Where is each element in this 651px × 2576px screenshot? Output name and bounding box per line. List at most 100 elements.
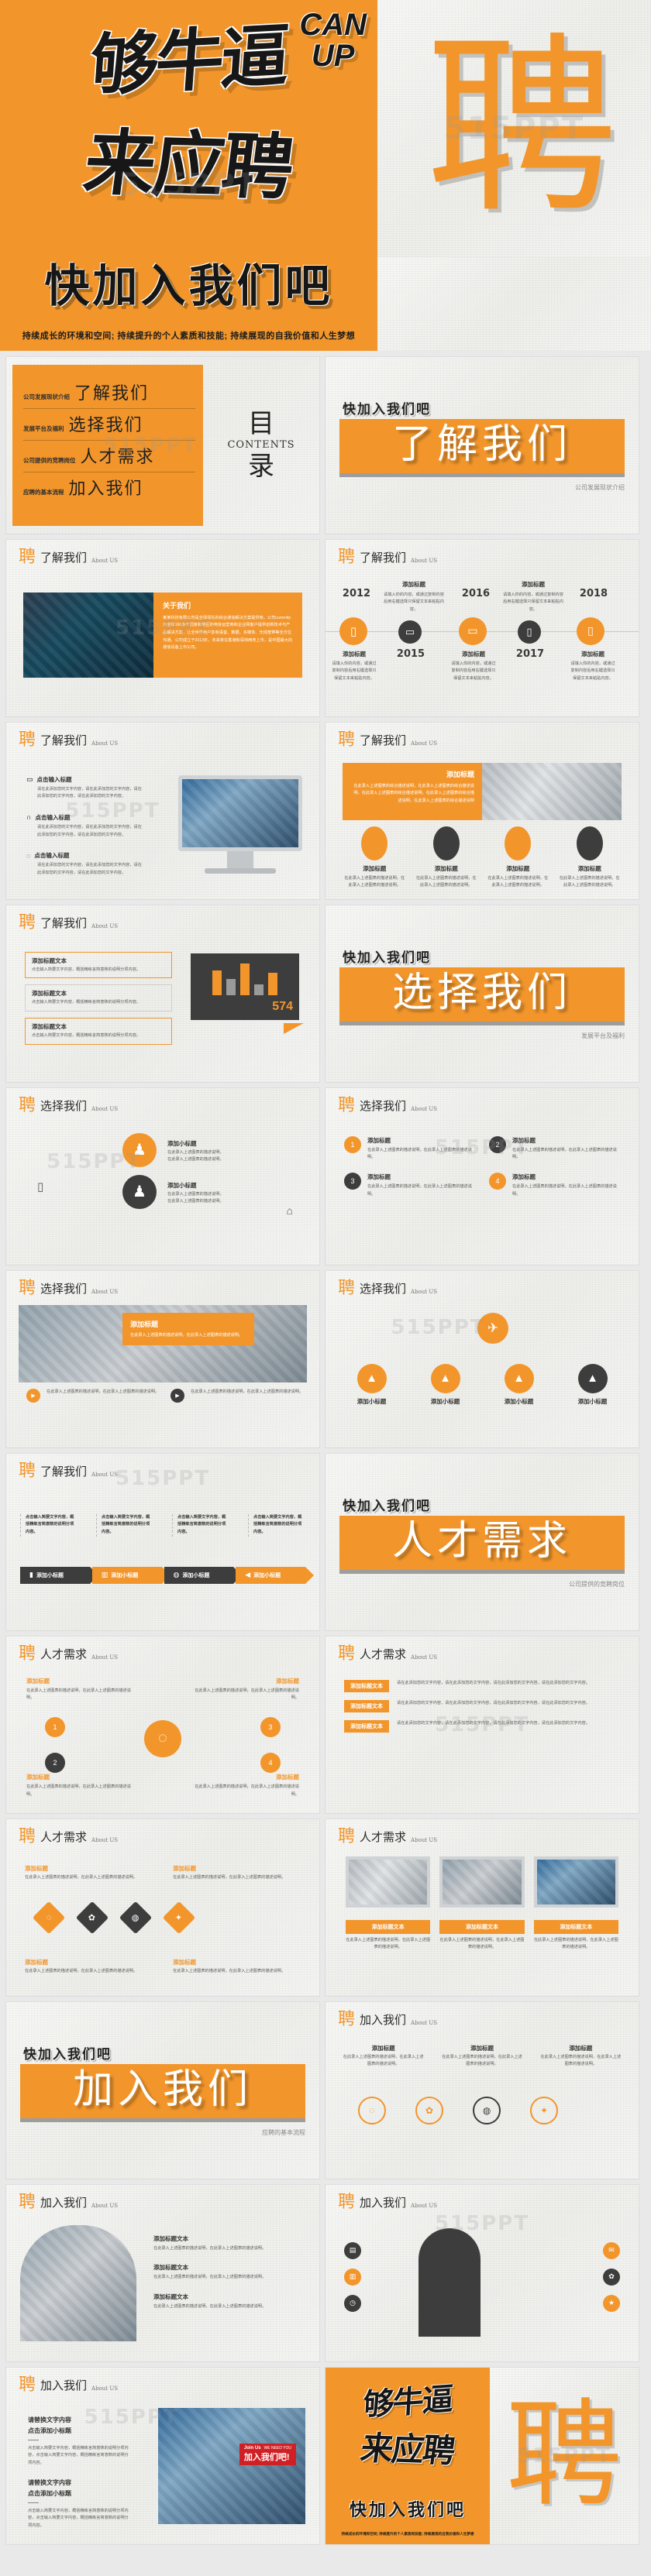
slide-four-ovals[interactable]: 聘 了解我们 About US 添加标题 在此录入上述图表的综合描述说明，在此录…	[326, 722, 639, 899]
number-item[interactable]: 2 添加标题 在此录入上述图表的描述说明，在此录入上述图表的描述说明。	[489, 1135, 620, 1162]
bullet-item[interactable]: ∩ 点击输入标题 请在此添加您的文字内容，请在此添加您的文字内容，请在此添加您的…	[26, 813, 143, 839]
slide-number-grid[interactable]: 聘 选择我们 About US 1 添加标题 在此录入上述图表的描述说明，在此录入…	[326, 1087, 639, 1265]
bullet-item[interactable]: ◌ 点击输入标题 请在此添加您的文字内容，请在此添加您的文字内容，请在此添加您的…	[26, 851, 143, 877]
globe-icon[interactable]: ◍	[119, 1901, 153, 1934]
slide-diamonds[interactable]: 聘 人才需求 About US 添加标题 在此录入上述图表的描述说明，在此录入上述…	[6, 1819, 319, 1996]
chart-icon[interactable]: ▥	[344, 2268, 361, 2286]
tag-row[interactable]: 添加标题文本 请在此添加您的文字内容，请在此添加您的文字内容，请在此添加您的文字…	[344, 1699, 620, 1712]
slide-devices[interactable]: 聘 人才需求 About US 添加标题文本 添加标题文本 添加标题文本 在此录…	[326, 1819, 639, 1996]
bullet-item[interactable]: ▭ 点击输入标题 请在此添加您的文字内容，请在此添加您的文字内容，请在此添加您的…	[26, 775, 143, 801]
chevron-step[interactable]: ▥ 添加小标题	[91, 1566, 170, 1584]
slide-header-en: About US	[411, 557, 438, 564]
slide-header-title: 选择我们	[40, 1281, 88, 1296]
slide-header-en: About US	[411, 1836, 438, 1843]
oval-item[interactable]: 添加标题 在此录入上述图表的描述说明，在此录入上述图表的描述说明。	[558, 826, 622, 890]
clock-icon[interactable]: ◷	[344, 2294, 361, 2312]
slide-hands[interactable]: 聘 加入我们 About US 添加标题文本 在此录入上述图表的描述说明，在此录…	[6, 2184, 319, 2361]
gear-icon[interactable]: ✿	[409, 2090, 450, 2131]
timeline-node-icon[interactable]: ▯	[339, 617, 367, 645]
toc-item[interactable]: 公司提供的竞聘岗位 人才需求	[23, 441, 195, 472]
slide-about-us[interactable]: 聘 了解我们 About US 关于我们 某某科技有限公司是全球领先的综合通信解…	[6, 539, 319, 716]
number-badge[interactable]: 4	[260, 1752, 281, 1773]
slide-timeline[interactable]: 聘 了解我们 About US 2012 添加标题 请填入你的内容，或通过复制内…	[326, 539, 639, 716]
diamond-caption-row: 添加标题 在此录入上述图表的描述说明，在此录入上述图表的描述说明。 添加标题 在此录…	[25, 1864, 301, 1882]
device-body-row: 在此录入上述图表的描述说明，在此录入上述图表的描述说明。 在此录入上述图表的描述…	[346, 1937, 618, 1950]
join-note[interactable]: 添加标题文本 在此录入上述图表的描述说明，在此录入上述图表的描述说明。	[153, 2234, 301, 2253]
cap-item[interactable]: ▲ 添加小标题	[488, 1363, 549, 1406]
slide-divider-talent[interactable]: 快加入我们吧 人才需求 公司提供的竞聘岗位	[326, 1453, 639, 1630]
diamond-caption: 添加标题 在此录入上述图表的描述说明，在此录入上述图表的描述说明。	[173, 1864, 286, 1880]
play-button[interactable]: ▶	[170, 1388, 184, 1403]
chart-note[interactable]: 添加标题文本 点击输入简要文字内容，概括精练言简意赅的说明分项内容。	[25, 1017, 172, 1045]
mail-icon[interactable]: ✉	[603, 2241, 620, 2259]
slide-divider-choose[interactable]: 快加入我们吧 选择我们 发展平台及福利	[326, 905, 639, 1082]
puzzle-icon[interactable]: ✦	[524, 2090, 564, 2131]
timeline-node-icon[interactable]: ▯	[518, 620, 541, 644]
monitor-mockup	[178, 775, 302, 874]
cap-item[interactable]: ▲ 添加小标题	[415, 1363, 476, 1406]
gear-icon[interactable]: ✿	[603, 2268, 620, 2286]
slide-chart[interactable]: 聘 了解我们 About US 添加标题文本 点击输入简要文字内容，概括精练言简…	[6, 905, 319, 1082]
slide-header: 聘 选择我们 About US	[338, 1280, 437, 1297]
divider-title: 了解我们	[391, 421, 572, 468]
slide-talent-circles[interactable]: 聘 人才需求 About US 添加标题 在此录入上述图表的描述说明，在此录入上…	[6, 1636, 319, 1813]
tag-row[interactable]: 添加标题文本 请在此添加您的文字内容，请在此添加您的文字内容，请在此添加您的文字…	[344, 1719, 620, 1733]
slide-silhouette[interactable]: 聘 加入我们 About US ▤ ▥ ◷ ✉ ✿ ★ 515PPT	[326, 2184, 639, 2361]
timeline-node-icon[interactable]: ▯	[577, 617, 604, 645]
cap-item[interactable]: ▲ 添加小标题	[562, 1363, 623, 1406]
number-item[interactable]: 3 添加标题 在此录入上述图表的描述说明，在此录入上述图表的描述说明。	[344, 1172, 475, 1198]
oval-item[interactable]: 添加标题 在此录入上述图表的描述说明，在此录入上述图表的描述说明。	[415, 826, 479, 890]
oval-item[interactable]: 添加标题 在此录入上述图表的描述说明，在此录入上述图表的描述说明。	[343, 826, 407, 890]
slide-bullets-monitor[interactable]: 聘 了解我们 About US ▭ 点击输入标题 请在此添加您的文字内容，请在此…	[6, 722, 319, 899]
slide-header: 聘 了解我们 About US	[19, 1463, 118, 1480]
play-button[interactable]: ▶	[26, 1388, 40, 1403]
slide-chevron-process[interactable]: 聘 了解我们 About US 点击输入简要文字内容，概括精练言简意赅的说明分项…	[6, 1453, 319, 1630]
gear-icon[interactable]: ✿	[75, 1901, 109, 1934]
slide-header-en: About US	[91, 1105, 119, 1112]
doc-icon[interactable]: ▤	[344, 2241, 361, 2259]
slide-cap-icons[interactable]: 聘 选择我们 About US ▲ 添加小标题 ▲ 添加小标题 ▲ 添加小标题	[326, 1270, 639, 1448]
slide-talent-tags[interactable]: 聘 人才需求 About US 添加标题文本 请在此添加您的文字内容，请在此添加…	[326, 1636, 639, 1813]
cap-icon: ▲	[577, 1363, 608, 1393]
number-badge[interactable]: 3	[260, 1716, 281, 1737]
person-icon[interactable]: ♟	[122, 1174, 157, 1209]
toc-item[interactable]: 公司发展现状介绍 了解我们	[23, 377, 195, 409]
bulb-icon[interactable]: ◌	[32, 1901, 66, 1934]
device-row	[346, 1856, 618, 1908]
star-icon[interactable]: ★	[603, 2294, 620, 2312]
slide-toc[interactable]: 公司发展现状介绍 了解我们 发展平台及福利 选择我们 公司提供的竞聘岗位 人才需…	[6, 356, 319, 534]
toc-item[interactable]: 发展平台及福利 选择我们	[23, 409, 195, 441]
join-note[interactable]: 添加标题文本 在此录入上述图表的描述说明，在此录入上述图表的描述说明。	[153, 2293, 301, 2311]
chevron-step[interactable]: ◍ 添加小标题	[164, 1566, 242, 1584]
pin-icon: 聘	[19, 2192, 36, 2212]
cap-item[interactable]: ▲ 添加小标题	[341, 1363, 402, 1406]
chart-note[interactable]: 添加标题文本 点击输入简要文字内容，概括精练言简意赅的说明分项内容。	[25, 984, 172, 1012]
tag-row[interactable]: 添加标题文本 请在此添加您的文字内容，请在此添加您的文字内容，请在此添加您的文字…	[344, 1679, 620, 1692]
oval-item[interactable]: 添加标题 在此录入上述图表的描述说明，在此录入上述图表的描述说明。	[486, 826, 550, 890]
slide-choose-flow[interactable]: 聘 选择我们 About US ♟ ♟ 添加小标题 在此录入上述图表的描述说明，…	[6, 1087, 319, 1265]
number-badge[interactable]: 2	[45, 1752, 65, 1773]
puzzle-icon[interactable]: ✦	[162, 1901, 196, 1934]
slide-video[interactable]: 聘 选择我们 About US 添加标题 在此录入上述图表的描述说明，在此录入上…	[6, 1270, 319, 1448]
slide-join-us[interactable]: 聘 加入我们 About US 请替换文字内容 点击添加小标题 点击输入简要文字…	[6, 2367, 319, 2544]
globe-icon[interactable]: ◍	[467, 2090, 507, 2131]
timeline-node-icon[interactable]: ▭	[459, 617, 487, 645]
number-badge: 3	[344, 1172, 361, 1190]
toc-item[interactable]: 应聘的基本流程 加入我们	[23, 472, 195, 503]
slide-divider-about[interactable]: 快加入我们吧 了解我们 公司发展现状介绍	[326, 356, 639, 534]
slide-end-cover[interactable]: 够牛逼 来应聘 快加入我们吧 持续成长的环境和空间; 持续提升的个人素质和技能;…	[326, 2367, 639, 2544]
slide-divider-join[interactable]: 快加入我们吧 加入我们 应聘的基本流程	[6, 2001, 319, 2179]
chevron-step[interactable]: ◀ 添加小标题	[236, 1566, 314, 1584]
slide-header: 聘 选择我们 About US	[338, 1097, 437, 1115]
person-icon[interactable]: ♟	[122, 1132, 157, 1167]
number-item[interactable]: 4 添加标题 在此录入上述图表的描述说明，在此录入上述图表的描述说明。	[489, 1172, 620, 1198]
bulb-icon[interactable]: ◌	[352, 2090, 392, 2131]
number-item[interactable]: 1 添加标题 在此录入上述图表的描述说明，在此录入上述图表的描述说明。	[344, 1135, 475, 1162]
chart-note[interactable]: 添加标题文本 点击输入简要文字内容，概括精练言简意赅的说明分项内容。	[25, 951, 172, 979]
slide-diamond-flow[interactable]: 聘 加入我们 About US 添加标题 在此录入上述图表的描述说明，在此录入上述…	[326, 2001, 639, 2179]
timeline-node-icon[interactable]: ▭	[398, 620, 422, 644]
chevron-step[interactable]: ▮ 添加小标题	[20, 1566, 98, 1584]
slide-row-4: 聘 了解我们 About US 添加标题文本 点击输入简要文字内容，概括精练言简…	[0, 905, 651, 1088]
join-note[interactable]: 添加标题文本 在此录入上述图表的描述说明，在此录入上述图表的描述说明。	[153, 2263, 301, 2282]
number-badge[interactable]: 1	[45, 1716, 65, 1737]
